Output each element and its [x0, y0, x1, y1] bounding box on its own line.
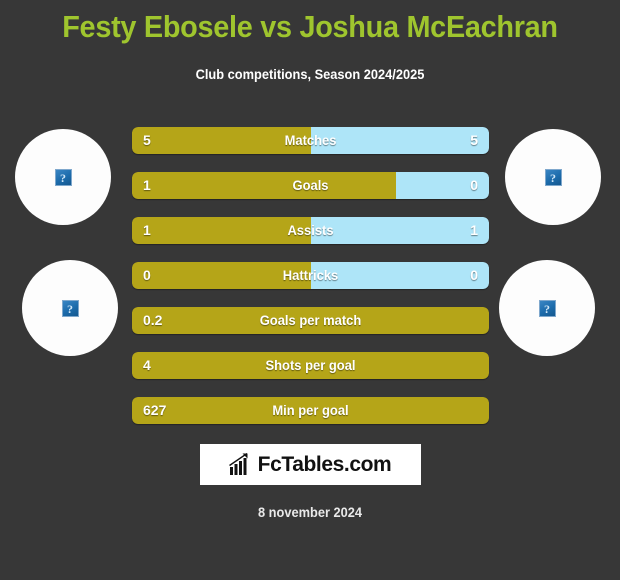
stat-value-away: 5 [470, 132, 478, 148]
date-label: 8 november 2024 [257, 505, 363, 520]
stat-row: 1 Assists 1 [132, 217, 489, 244]
stats-comparison-chart: 5 Matches 5 1 Goals 0 1 Assists 1 0 Hattricks 0 0.2 G… [132, 127, 489, 442]
stat-value-away: 1 [470, 222, 478, 238]
fctables-logo-text: FcTables.com [257, 453, 392, 476]
stat-label: Assists [287, 223, 334, 238]
avatar-home-secondary: ? [22, 260, 118, 356]
broken-image-icon: ? [54, 168, 72, 186]
avatar-home-primary: ? [15, 129, 111, 225]
broken-image-icon: ? [61, 299, 79, 317]
header: Festy Ebosele vs Joshua McEachran Club c… [0, 0, 620, 83]
stat-label: Matches [284, 133, 337, 148]
stat-label: Goals per match [259, 313, 362, 328]
page-title: Festy Ebosele vs Joshua McEachran [62, 9, 558, 44]
avatar-away-secondary: ? [499, 260, 595, 356]
broken-image-icon: ? [538, 299, 556, 317]
bar-chart-arrow-icon [228, 453, 248, 475]
stat-row: 4 Shots per goal [132, 352, 489, 379]
stat-row: 0.2 Goals per match [132, 307, 489, 334]
fctables-logo[interactable]: FcTables.com [199, 444, 421, 485]
stat-row: 1 Goals 0 [132, 172, 489, 199]
stat-label: Shots per goal [265, 358, 356, 373]
stat-value-away: 0 [470, 267, 478, 283]
avatar-away-primary: ? [505, 129, 601, 225]
broken-image-icon: ? [544, 168, 562, 186]
stat-value-away: 0 [470, 177, 478, 193]
stat-row: 0 Hattricks 0 [132, 262, 489, 289]
footer: FcTables.com 8 november 2024 [0, 444, 620, 520]
stat-label: Hattricks [282, 268, 339, 283]
stat-row: 627 Min per goal [132, 397, 489, 424]
page-subtitle: Club competitions, Season 2024/2025 [195, 67, 425, 82]
stat-label: Min per goal [272, 403, 349, 418]
stat-label: Goals [292, 178, 329, 193]
stat-row: 5 Matches 5 [132, 127, 489, 154]
